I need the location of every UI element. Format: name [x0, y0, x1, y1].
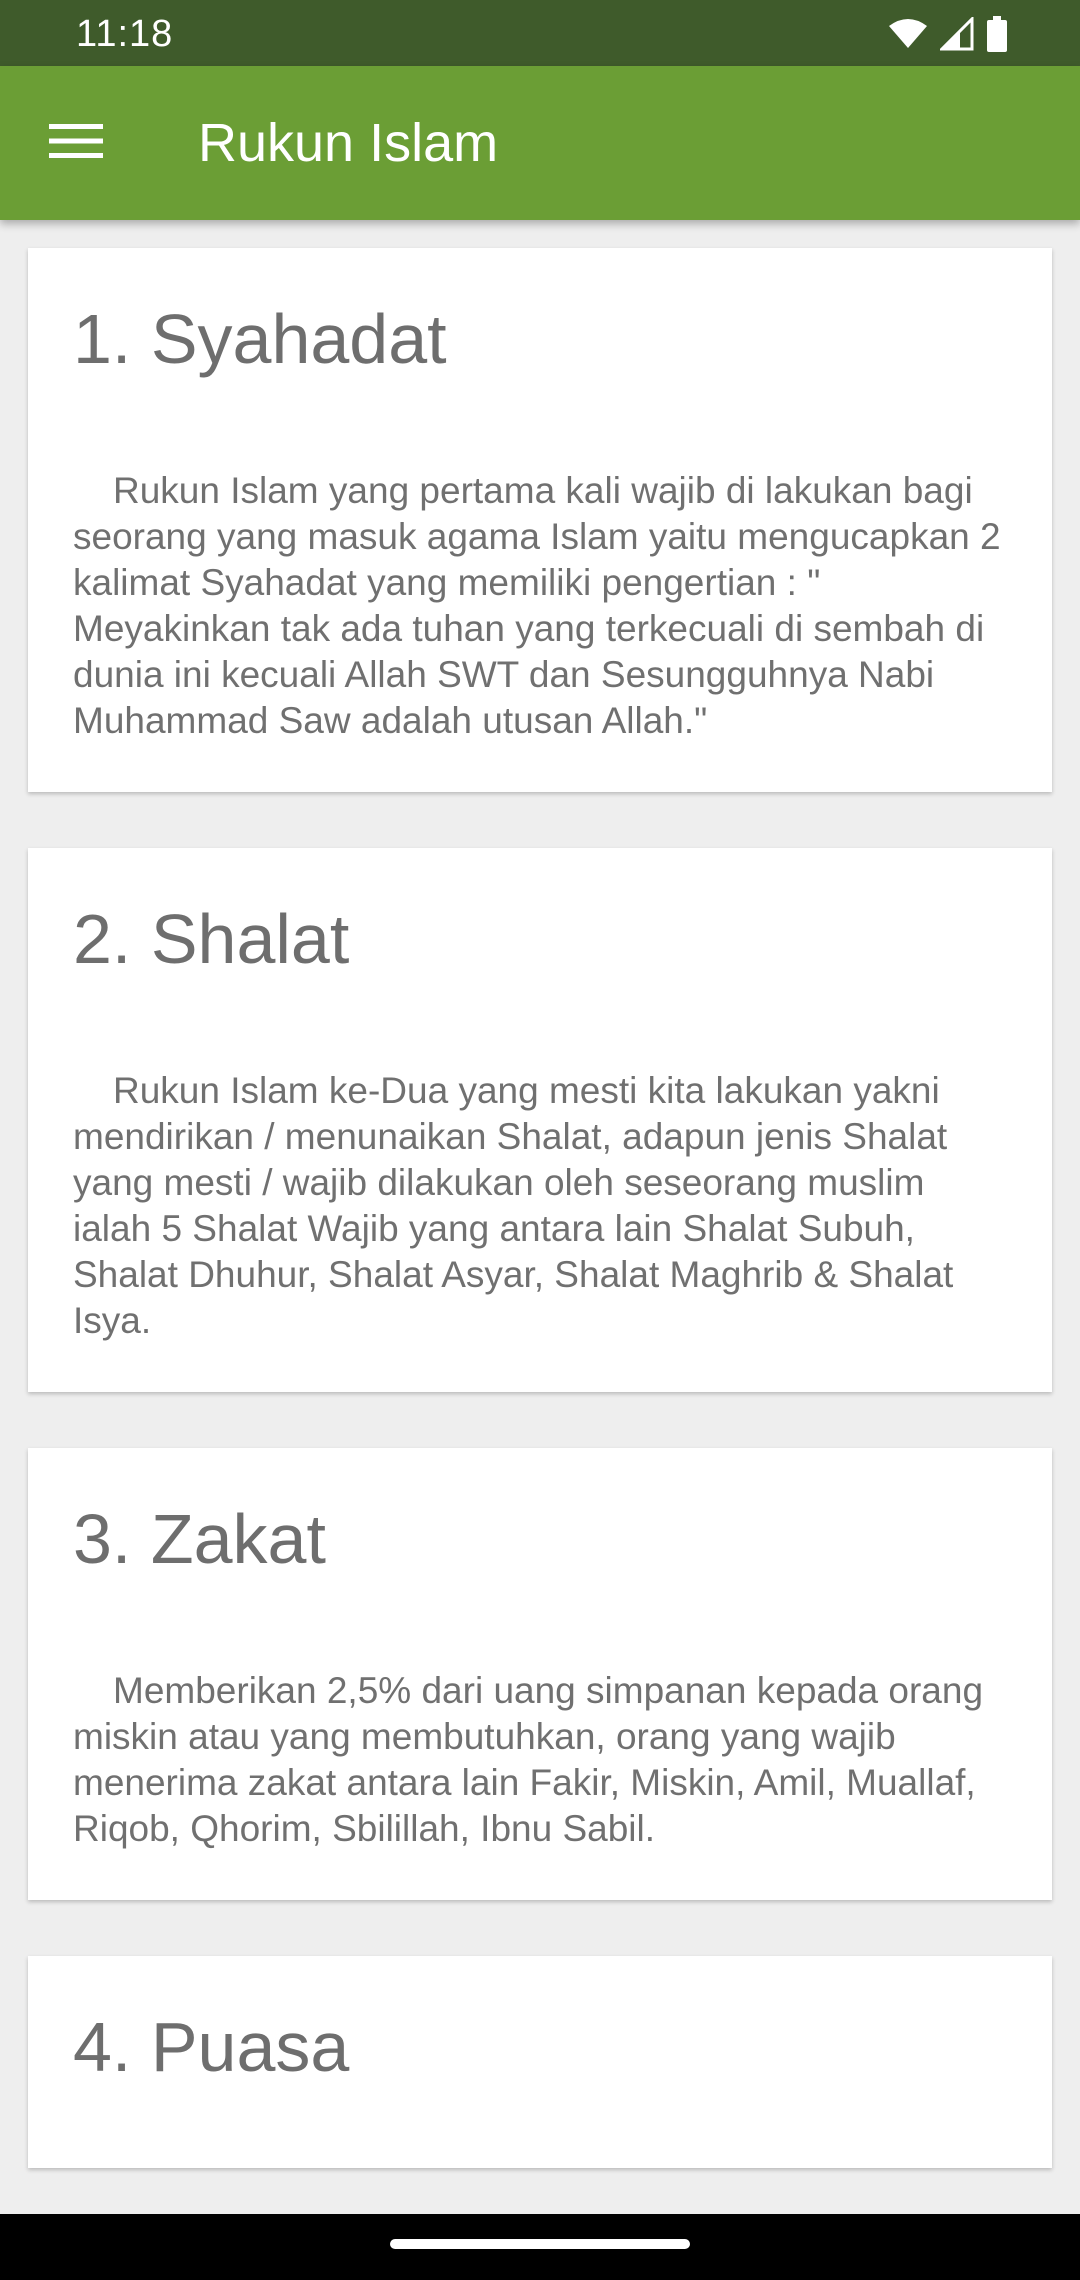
card-title: 1. Syahadat	[73, 300, 447, 378]
card-title: 2. Shalat	[73, 900, 350, 978]
navigation-bar	[0, 2214, 1080, 2280]
card-zakat[interactable]: 3. Zakat Memberikan 2,5% dari uang simpa…	[28, 1448, 1052, 1900]
status-icons	[888, 12, 1008, 56]
card-title: 4. Puasa	[73, 2008, 350, 2086]
hamburger-menu-icon	[49, 123, 103, 164]
app-title: Rukun Islam	[198, 113, 499, 173]
home-handle[interactable]	[390, 2239, 690, 2249]
card-body: Rukun Islam ke-Dua yang mesti kita lakuk…	[73, 1070, 964, 1341]
card-list[interactable]: 1. Syahadat Rukun Islam yang pertama kal…	[0, 220, 1080, 2214]
card-shalat[interactable]: 2. Shalat Rukun Islam ke-Dua yang mesti …	[28, 848, 1052, 1392]
status-time: 11:18	[76, 13, 174, 55]
card-title: 3. Zakat	[73, 1500, 326, 1578]
battery-icon	[986, 16, 1008, 52]
app-bar: Rukun Islam	[0, 66, 1080, 220]
card-body: Rukun Islam yang pertama kali wajib di l…	[73, 470, 1011, 741]
menu-button[interactable]	[28, 99, 124, 187]
card-syahadat[interactable]: 1. Syahadat Rukun Islam yang pertama kal…	[28, 248, 1052, 792]
card-puasa[interactable]: 4. Puasa	[28, 1956, 1052, 2168]
status-bar: 11:18	[0, 0, 1080, 66]
signal-icon	[940, 17, 974, 51]
card-body: Memberikan 2,5% dari uang simpanan kepad…	[73, 1670, 994, 1849]
wifi-icon	[888, 18, 928, 50]
